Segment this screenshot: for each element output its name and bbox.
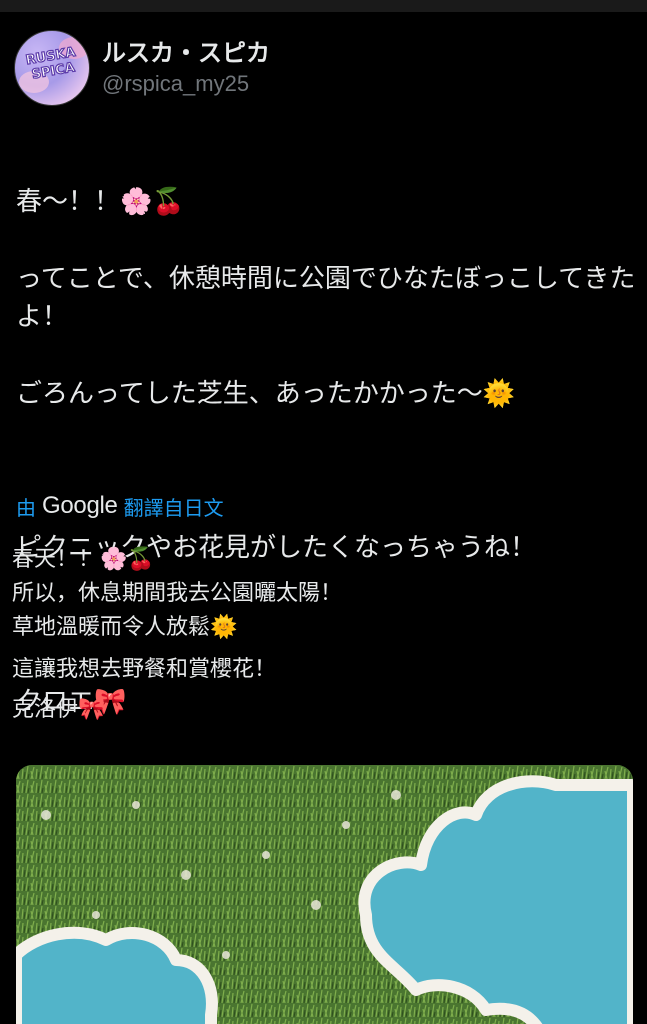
translated-line: 這讓我想去野餐和賞櫻花！ <box>12 657 277 682</box>
translated-line: 草地溫暖而令人放鬆🌞 <box>12 615 238 640</box>
translated-text: 春天！！🌸🍒 所以，休息期間我去公園曬太陽！ 草地溫暖而令人放鬆🌞 這讓我想去野… <box>12 543 632 727</box>
translated-line: 所以，休息期間我去公園曬太陽！ <box>12 581 343 606</box>
tweet-line: 春～！！🌸🍒 <box>16 186 185 217</box>
tweet-line: ってことで、休憩時間に公園でひなたぼっこしてきたよ！ <box>16 263 636 333</box>
translated-line: 克洛伊🎀 <box>12 697 106 722</box>
tweet-header: RUSKA SPICA ルスカ・スピカ @rspica_my25 <box>14 30 614 110</box>
translation-attribution: 由 Google 翻譯自日文 <box>16 490 224 522</box>
display-name[interactable]: ルスカ・スピカ <box>102 38 270 68</box>
translated-from-link[interactable]: 翻譯自日文 <box>124 492 224 521</box>
google-logo: Google <box>42 492 118 519</box>
avatar-logo-text: RUSKA SPICA <box>24 44 77 83</box>
tweet-line: ごろんってした芝生、あったかかった～🌞 <box>16 379 516 409</box>
avatar[interactable]: RUSKA SPICA <box>14 30 90 106</box>
status-bar-strip <box>0 0 647 12</box>
translation-prefix: 由 <box>16 495 36 520</box>
user-handle[interactable]: @rspica_my25 <box>102 70 249 98</box>
translated-line: 春天！！🌸🍒 <box>12 547 155 572</box>
media-photo[interactable] <box>16 765 633 1024</box>
grass-chalk-photo <box>16 765 633 1024</box>
